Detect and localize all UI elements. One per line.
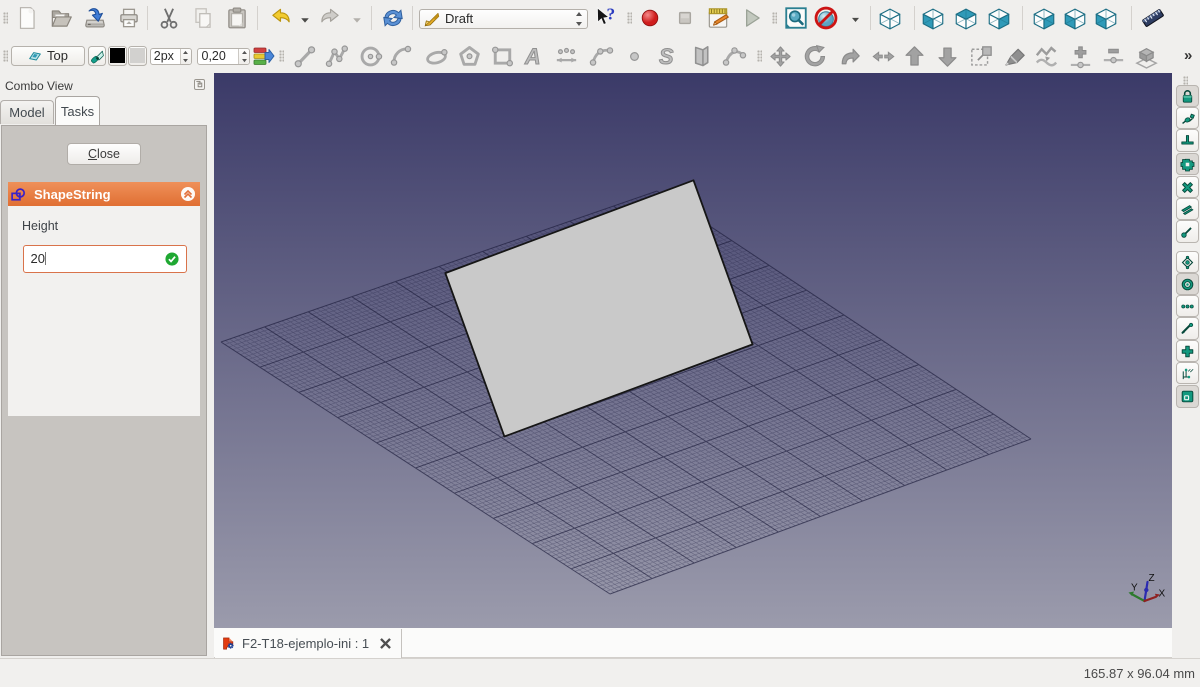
svg-text:Y: Y: [1131, 583, 1138, 594]
svg-text:X: X: [1159, 589, 1166, 600]
svg-text:Z: Z: [1149, 573, 1155, 584]
svg-text:?: ?: [607, 5, 616, 24]
svg-text:A: A: [524, 43, 541, 68]
svg-text:S: S: [659, 43, 674, 68]
